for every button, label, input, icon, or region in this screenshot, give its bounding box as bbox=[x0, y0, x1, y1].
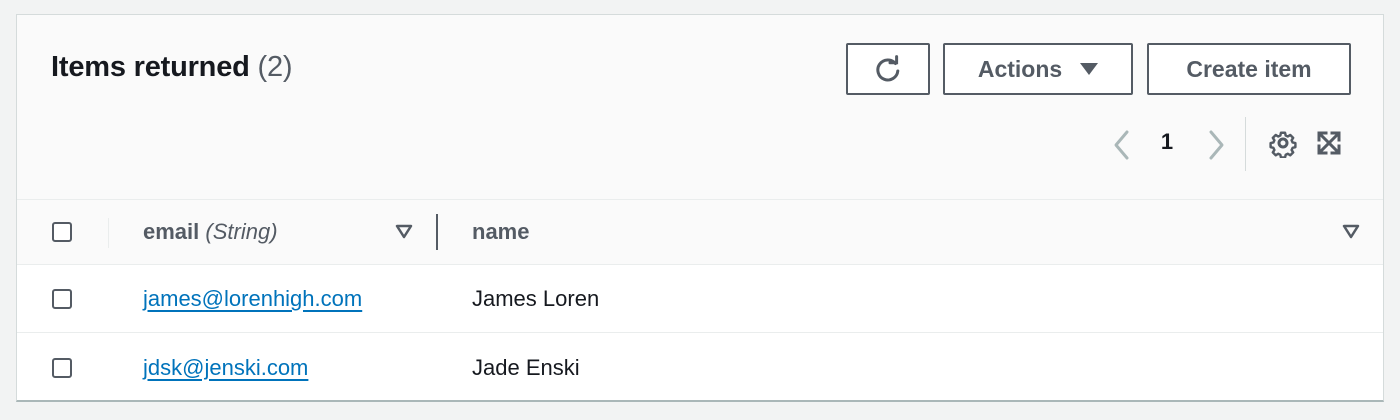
column-header-row: email (String) name bbox=[17, 199, 1383, 265]
email-link[interactable]: jdsk@jenski.com bbox=[143, 355, 308, 381]
column-email-type: (String) bbox=[205, 219, 278, 244]
email-link[interactable]: james@lorenhigh.com bbox=[143, 286, 362, 312]
column-email-label: email bbox=[143, 219, 200, 244]
column-header-name[interactable]: name bbox=[472, 219, 529, 245]
actions-dropdown-button[interactable]: Actions bbox=[943, 43, 1133, 95]
items-table-container: Items returned (2) Actions Create item 1 bbox=[16, 14, 1384, 402]
title-text: Items returned bbox=[51, 51, 250, 83]
table-row: jdsk@jenski.com Jade Enski bbox=[17, 333, 1383, 400]
column-resizer[interactable] bbox=[436, 214, 438, 250]
select-all-checkbox[interactable] bbox=[52, 222, 72, 242]
refresh-button[interactable] bbox=[846, 43, 930, 95]
sort-caret-down-icon[interactable] bbox=[395, 224, 413, 240]
refresh-icon bbox=[876, 55, 900, 82]
column-header-email[interactable]: email (String) bbox=[143, 219, 278, 245]
chevron-left-icon[interactable] bbox=[1111, 129, 1133, 161]
name-cell: James Loren bbox=[472, 286, 600, 311]
row-checkbox[interactable] bbox=[52, 289, 72, 309]
create-item-button[interactable]: Create item bbox=[1147, 43, 1351, 95]
chevron-right-icon[interactable] bbox=[1205, 129, 1227, 161]
table-row: james@lorenhigh.com James Loren bbox=[17, 265, 1383, 333]
row-checkbox[interactable] bbox=[52, 358, 72, 378]
caret-down-icon bbox=[1080, 63, 1099, 75]
current-page-number[interactable]: 1 bbox=[1159, 129, 1175, 155]
table-header: Items returned (2) Actions Create item 1 bbox=[17, 15, 1383, 199]
page-title: Items returned (2) bbox=[51, 51, 293, 84]
sort-caret-down-icon[interactable] bbox=[1342, 224, 1360, 240]
column-divider bbox=[108, 218, 109, 248]
pagination-divider bbox=[1245, 117, 1246, 171]
create-item-label: Create item bbox=[1186, 55, 1312, 82]
name-cell: Jade Enski bbox=[472, 355, 580, 380]
expand-icon[interactable] bbox=[1316, 130, 1342, 156]
item-count: (2) bbox=[257, 51, 293, 83]
actions-label: Actions bbox=[977, 55, 1063, 82]
gear-icon[interactable] bbox=[1268, 128, 1298, 158]
